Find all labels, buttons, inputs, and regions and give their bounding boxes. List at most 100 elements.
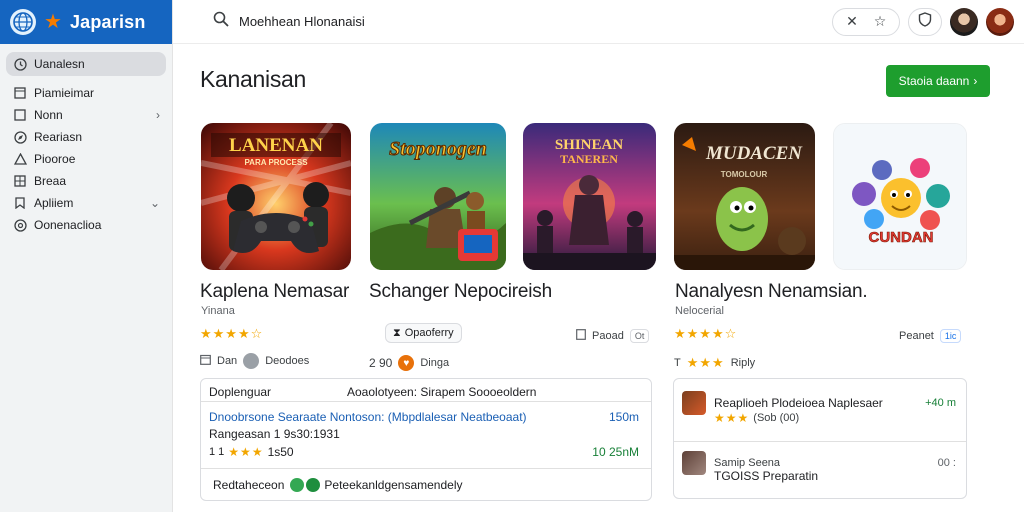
clock-icon xyxy=(12,56,28,72)
details-col-2: Aoaolotyeen: Sirapem Soooeoldern xyxy=(347,385,537,399)
thumb-title: MUDACEN xyxy=(705,143,803,164)
app-window: ★ Japarisn Uanalesn Piamieimar Nonn › Re… xyxy=(0,0,1024,512)
sidebar-item-5[interactable]: Breaa xyxy=(6,170,166,192)
app-title-1[interactable]: Kaplena Nemasar xyxy=(200,281,349,303)
sidebar-item-label: Apliiem xyxy=(34,196,74,210)
app-thumbnail-1[interactable]: LANENAN PARA PROCESS xyxy=(201,123,351,270)
badge-icon xyxy=(243,353,260,369)
star-logo-icon: ★ xyxy=(44,11,62,33)
related-sub: (Sob (00) xyxy=(753,412,800,424)
sidebar-item-label: Uanalesn xyxy=(34,57,85,71)
reply-link[interactable]: Riply xyxy=(731,357,755,369)
sidebar-item-2[interactable]: Nonn › xyxy=(6,104,166,126)
close-icon[interactable]: ✕ xyxy=(839,10,865,34)
details-footer[interactable]: Redtaheceon Peteekanldgensamendely xyxy=(213,478,641,492)
app-meta-text: Dan xyxy=(217,355,238,367)
sidebar-item-4[interactable]: Piooroe xyxy=(6,148,166,170)
rating-stars-3: ★★★★☆ xyxy=(674,326,738,341)
star-outline-icon[interactable]: ☆ xyxy=(867,10,893,34)
sidebar: ★ Japarisn Uanalesn Piamieimar Nonn › Re… xyxy=(0,0,173,512)
bookmark-icon xyxy=(12,195,28,211)
details-col-1: Doplenguar xyxy=(209,385,272,399)
status-icon xyxy=(290,478,321,492)
top-bar: ✕ ☆ xyxy=(173,0,1024,44)
rating-prefix: T xyxy=(674,357,681,369)
related-title: Samip Seena xyxy=(714,457,781,469)
chip-label: Opaoferry xyxy=(404,327,454,339)
app-title-2[interactable]: Schanger Nepocireish xyxy=(369,281,552,303)
app-meta-text: Peanet xyxy=(899,330,934,342)
doc-icon xyxy=(576,329,586,343)
search-icon[interactable] xyxy=(213,11,229,32)
chevron-right-icon: › xyxy=(973,74,978,88)
related-meta: TGOISS Preparatin xyxy=(714,469,956,483)
related-value: +40 m xyxy=(925,397,956,409)
details-card: Doplenguar Aoaolotyeen: Sirapem Soooeold… xyxy=(200,378,652,501)
thumb-subtitle: TOMOLOUR xyxy=(721,170,768,179)
chevron-right-icon[interactable]: › xyxy=(156,108,160,122)
divider xyxy=(201,468,651,469)
primary-action-button[interactable]: Staoia daann › xyxy=(886,65,990,97)
app-subtitle-3: Nelocerial xyxy=(675,305,724,317)
heart-icon: ♥ xyxy=(398,355,415,371)
sidebar-item-0[interactable]: Uanalesn xyxy=(6,52,166,76)
sidebar-item-1[interactable]: Piamieimar xyxy=(6,82,166,104)
details-row-value: 10 25nM xyxy=(592,445,639,459)
feature-chip[interactable]: ⧗ Opaoferry xyxy=(385,323,462,343)
compass-icon xyxy=(12,129,28,145)
app-side-label: Paoad xyxy=(592,330,624,342)
app-meta-text: Dinga xyxy=(420,357,450,369)
main-content: Kananisan Staoia daann › LANENAN PARA PR… xyxy=(173,44,1024,512)
details-footer-text: Peteekanldgensamendely xyxy=(324,478,463,492)
grid-icon xyxy=(12,173,28,189)
thumb-subtitle: TANEREN xyxy=(560,152,618,166)
avatar-secondary[interactable] xyxy=(986,7,1014,36)
rating-stars: ★★★ xyxy=(714,411,750,425)
sidebar-item-7[interactable]: Oonenaclioa xyxy=(6,214,166,236)
sidebar-item-6[interactable]: Apliiem ⌄ xyxy=(6,192,166,214)
related-sub: TGOISS Preparatin xyxy=(714,469,819,483)
tag-icon: ⧗ xyxy=(393,326,401,339)
app-meta-tag: 1ic xyxy=(939,329,962,343)
details-row: Rangeasan 1 9s30:1931 xyxy=(209,427,641,441)
app-side-meta: Paoad Ot xyxy=(576,329,650,343)
brand-name: Japarisn xyxy=(69,11,146,32)
app-subtitle-1: Yinana xyxy=(201,305,235,317)
sidebar-nav: Uanalesn Piamieimar Nonn › Reariasn Pioo… xyxy=(0,44,172,244)
settings-icon xyxy=(12,217,28,233)
rating-stars: ★★★ xyxy=(228,445,264,459)
sidebar-item-label: Breaa xyxy=(34,174,67,188)
search-bar[interactable] xyxy=(213,7,773,37)
sidebar-item-3[interactable]: Reariasn xyxy=(6,126,166,148)
details-row-text: 1s50 xyxy=(267,445,294,459)
app-icon xyxy=(682,391,706,415)
action-pill: ✕ ☆ xyxy=(832,7,900,36)
brand-header[interactable]: ★ Japarisn xyxy=(0,0,172,44)
app-thumbnail-4[interactable]: MUDACEN TOMOLOUR xyxy=(674,123,815,270)
thumb-title: Stoponogen xyxy=(389,138,487,160)
sidebar-item-label: Nonn xyxy=(34,108,63,122)
avatar[interactable] xyxy=(950,7,978,36)
details-header: Doplenguar Aoaolotyeen: Sirapem Soooeold… xyxy=(209,385,641,399)
search-input[interactable] xyxy=(239,14,639,29)
app-thumbnail-5[interactable]: CUNDAN xyxy=(833,123,967,270)
app-thumbnail-2[interactable]: Stoponogen xyxy=(370,123,506,270)
app-side-tag: Ot xyxy=(629,329,650,343)
sidebar-item-label: Piamieimar xyxy=(34,86,95,100)
triangle-icon xyxy=(12,151,28,167)
app-title-3[interactable]: Nanalyesn Nenamsian. xyxy=(675,281,868,303)
divider xyxy=(201,401,651,402)
app-thumbnail-3[interactable]: SHINEAN TANEREN xyxy=(523,123,656,270)
chevron-down-icon[interactable]: ⌄ xyxy=(150,196,160,210)
shield-button[interactable] xyxy=(908,7,942,36)
price-text: 2 90 xyxy=(369,356,393,370)
related-card: Reaplioeh Plodeioea Naplesaer +40 m ★★★ … xyxy=(673,378,967,499)
details-row: 1 1 ★★★ 1s50 10 25nM xyxy=(209,445,641,459)
sidebar-item-label: Oonenaclioa xyxy=(34,218,102,232)
rating-stars: ★★★ xyxy=(686,355,725,370)
app-meta-3: Peanet 1ic xyxy=(899,329,962,343)
globe-icon xyxy=(10,9,36,35)
divider xyxy=(674,441,966,442)
details-row[interactable]: Dnoobrsone Searaate Nontoson: (Mbpdlales… xyxy=(209,410,641,424)
details-row-text: Dnoobrsone Searaate Nontoson: (Mbpdlales… xyxy=(209,410,527,424)
